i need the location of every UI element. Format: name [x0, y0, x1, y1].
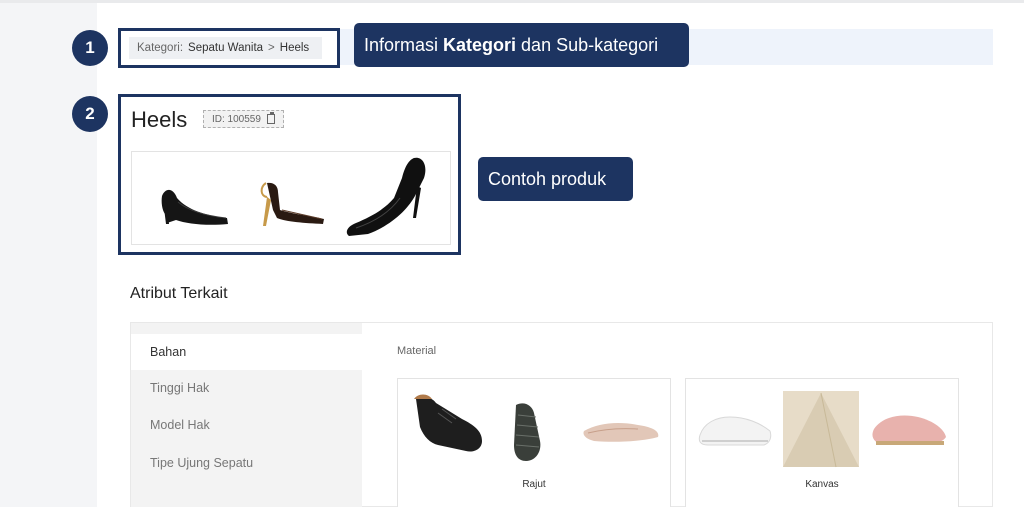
breadcrumb: Kategori: Sepatu Wanita > Heels [129, 37, 323, 59]
category-info-callout: Informasi Kategori dan Sub-kategori [354, 23, 689, 67]
copy-icon[interactable] [266, 112, 275, 124]
attributes-title: Atribut Terkait [130, 285, 228, 302]
attributes-panel: Bahan Tinggi Hak Model Hak Tipe Ujung Se… [130, 322, 993, 507]
step-2-badge: 2 [72, 96, 108, 132]
attribute-tab-model-hak[interactable]: Model Hak [131, 407, 362, 443]
category-card-highlight: Heels ID: 100559 [118, 94, 461, 255]
sample-products-image [161, 157, 426, 236]
breadcrumb-separator: > [268, 42, 275, 54]
breadcrumb-prefix: Kategori: [137, 42, 184, 54]
heel-shoe-1-image [161, 189, 228, 225]
material-card-rajut[interactable]: Rajut [397, 378, 671, 507]
material-rajut-image [414, 394, 659, 461]
material-kanvas-image [698, 391, 946, 468]
left-rail [0, 3, 97, 507]
callout-text-before: Informasi [364, 34, 439, 55]
heel-shoe-2-image [260, 182, 324, 226]
material-card-kanvas[interactable]: Kanvas [685, 378, 959, 507]
material-label-kanvas: Kanvas [805, 479, 839, 490]
attribute-tab-bahan[interactable]: Bahan [131, 334, 362, 370]
breadcrumb-highlight: Kategori: Sepatu Wanita > Heels [118, 28, 340, 68]
sample-products-frame [131, 151, 451, 245]
attribute-tab-tipe-ujung-sepatu[interactable]: Tipe Ujung Sepatu [131, 445, 362, 481]
breadcrumb-category-link[interactable]: Sepatu Wanita [188, 42, 263, 54]
callout-text-bold: Kategori [443, 34, 517, 55]
category-title: Heels [131, 107, 188, 132]
breadcrumb-subcategory-link[interactable]: Heels [280, 42, 309, 54]
material-label-rajut: Rajut [522, 479, 546, 490]
callout-text-after: dan Sub-kategori [521, 34, 659, 55]
category-id-text: ID: 100559 [212, 113, 261, 125]
heel-shoe-3-image [346, 157, 426, 236]
sample-products-callout: Contoh produk [478, 157, 633, 201]
category-id-tag[interactable]: ID: 100559 [203, 110, 284, 128]
material-section-label: Material [397, 345, 437, 357]
step-1-badge: 1 [72, 30, 108, 66]
attribute-tab-tinggi-hak[interactable]: Tinggi Hak [131, 370, 362, 406]
